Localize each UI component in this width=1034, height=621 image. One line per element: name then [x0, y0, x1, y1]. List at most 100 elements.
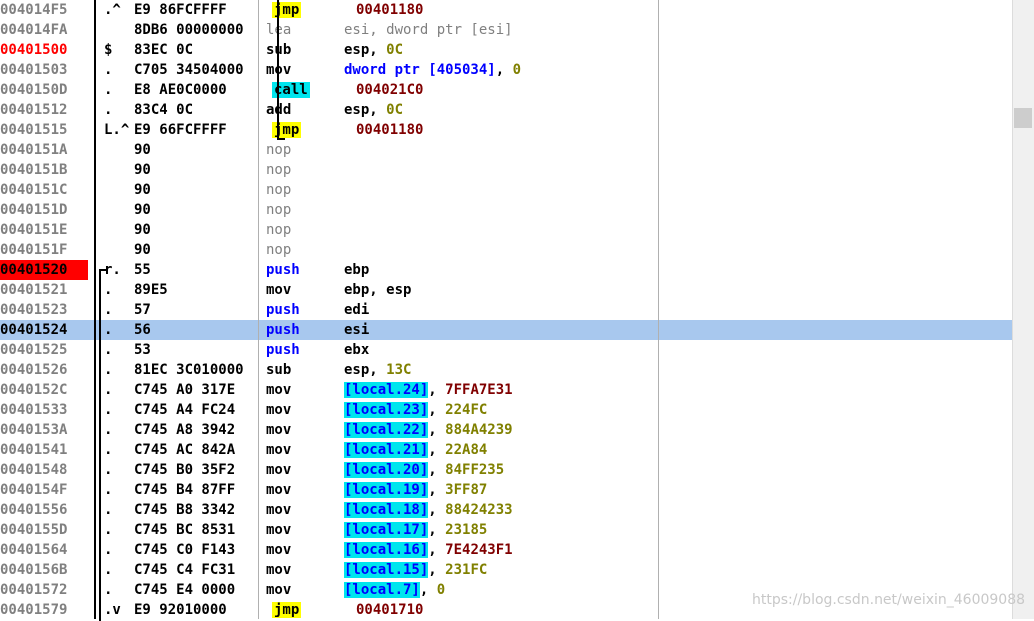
operand-part: [local.23]: [344, 402, 429, 418]
flow-marker: .: [104, 442, 113, 458]
operand-part: 0C: [386, 42, 404, 58]
disasm-row[interactable]: 00401512. 83C4 0C add esp, 0C: [0, 100, 1012, 120]
flow-marker: [104, 240, 130, 260]
disasm-row[interactable]: 00401520 r. 55 push ebp: [0, 260, 1012, 280]
operands-cell: esp, 0C: [344, 40, 904, 60]
operands-cell: [344, 180, 904, 200]
address-cell: 00401564: [0, 542, 68, 558]
disasm-row[interactable]: 00401526. 81EC 3C010000 sub esp, 13C: [0, 360, 1012, 380]
address-cell: 004014F5: [0, 2, 68, 18]
operands-cell: [local.24], 7FFA7E31: [344, 380, 904, 400]
operand-part: ,: [428, 422, 446, 438]
hex-bytes-cell: 90: [134, 242, 151, 258]
disasm-row[interactable]: 00401500 $83EC 0C sub esp, 0C: [0, 40, 1012, 60]
flow-marker: [104, 20, 130, 40]
mnemonic-text: mov: [266, 502, 292, 518]
disasm-row[interactable]: 0040152C. C745 A0 317E mov [local.24], 7FFA…: [0, 380, 1012, 400]
operand-part: ,: [428, 502, 446, 518]
disasm-row[interactable]: 0040154F. C745 B4 87FF mov [local.19], 3FF8…: [0, 480, 1012, 500]
mnemonic-cell: mov: [266, 440, 342, 460]
disasm-row[interactable]: 0040151B 90 nop: [0, 160, 1012, 180]
operand-part: ,: [495, 62, 513, 78]
disassembly-pane[interactable]: 004014F5 .^ E9 86FCFFFF jmp 00401180 004014FA…: [0, 0, 1012, 619]
disasm-row[interactable]: 0040156B. C745 C4 FC31 mov [local.15], 231F…: [0, 560, 1012, 580]
operand-part: 00401180: [356, 2, 424, 18]
hex-bytes-cell: C745 C0 F143: [134, 542, 236, 558]
operands-cell: 00401180: [356, 0, 916, 20]
mnemonic-text: mov: [266, 282, 292, 298]
operand-part: ebp, esp: [344, 282, 412, 298]
disasm-row[interactable]: 0040151E 90 nop: [0, 220, 1012, 240]
mnemonic-cell: mov: [266, 560, 342, 580]
flow-marker: L.^: [104, 122, 130, 138]
operand-part: esp,: [344, 362, 387, 378]
disasm-row[interactable]: 0040151F 90 nop: [0, 240, 1012, 260]
jump-bracket-2: [99, 269, 107, 621]
mnemonic-text: mov: [266, 482, 292, 498]
mnemonic-cell: push: [266, 260, 342, 280]
disasm-row[interactable]: 00401564. C745 C0 F143 mov [local.16], 7E42…: [0, 540, 1012, 560]
operands-cell: edi: [344, 300, 904, 320]
operand-part: ,: [428, 402, 446, 418]
operands-cell: dword ptr [405034], 0: [344, 60, 904, 80]
operand-part: ,: [428, 382, 446, 398]
mnemonic-text: push: [266, 322, 300, 338]
operand-part: 0: [436, 582, 446, 598]
flow-marker: .: [104, 402, 113, 418]
hex-bytes-cell: C745 BC 8531: [134, 522, 236, 538]
address-cell: 00401524: [0, 322, 68, 338]
mnemonic-text: nop: [266, 202, 292, 218]
address-cell: 0040151E: [0, 222, 68, 238]
scrollbar-thumb[interactable]: [1014, 108, 1032, 128]
disasm-row[interactable]: 00401525. 53 push ebx: [0, 340, 1012, 360]
vertical-scrollbar[interactable]: [1012, 0, 1034, 619]
flow-marker: .: [104, 322, 113, 338]
operand-part: 88424233: [445, 502, 513, 518]
operands-cell: [local.22], 884A4239: [344, 420, 904, 440]
operand-part: [local.15]: [344, 562, 429, 578]
watermark-text: https://blog.csdn.net/weixin_46009088: [752, 592, 1026, 608]
hex-bytes-cell: E8 AE0C0000: [134, 82, 227, 98]
hex-bytes-cell: E9 86FCFFFF: [134, 2, 227, 18]
disasm-row[interactable]: 00401523. 57 push edi: [0, 300, 1012, 320]
disasm-row[interactable]: 00401541. C745 AC 842A mov [local.21], 22A8…: [0, 440, 1012, 460]
disasm-row[interactable]: 0040151A 90 nop: [0, 140, 1012, 160]
hex-bytes-cell: 83C4 0C: [134, 102, 194, 118]
disasm-row[interactable]: 00401521. 89E5 mov ebp, esp: [0, 280, 1012, 300]
operand-part: 0C: [386, 102, 404, 118]
operand-part: [local.20]: [344, 462, 429, 478]
flow-marker: [104, 180, 130, 200]
address-cell: 0040151C: [0, 182, 68, 198]
disasm-row[interactable]: 0040151C 90 nop: [0, 180, 1012, 200]
disasm-row[interactable]: 00401503. C705 34504000 mov dword ptr [4050…: [0, 60, 1012, 80]
disasm-row[interactable]: 0040155D. C745 BC 8531 mov [local.17], 2318…: [0, 520, 1012, 540]
operands-cell: ebp: [344, 260, 904, 280]
address-cell: 0040151B: [0, 162, 68, 178]
hex-bytes-cell: C745 B8 3342: [134, 502, 236, 518]
mnemonic-text: nop: [266, 162, 292, 178]
address-cell: 0040150D: [0, 82, 68, 98]
hex-bytes-cell: C745 A8 3942: [134, 422, 236, 438]
disasm-row[interactable]: 00401524. 56 push esi: [0, 320, 1012, 340]
hex-bytes-cell: C745 C4 FC31: [134, 562, 236, 578]
disasm-row[interactable]: 004014FA 8DB6 00000000 lea esi, dword ptr […: [0, 20, 1012, 40]
disasm-row[interactable]: 00401533. C745 A4 FC24 mov [local.23], 224F…: [0, 400, 1012, 420]
operands-cell: esi, dword ptr [esi]: [344, 20, 904, 40]
hex-bytes-cell: C745 B0 35F2: [134, 462, 236, 478]
operands-cell: [local.16], 7E4243F1: [344, 540, 904, 560]
operand-part: 22A84: [445, 442, 488, 458]
disasm-row[interactable]: 004014F5 .^ E9 86FCFFFF jmp 00401180: [0, 0, 1012, 20]
disasm-row[interactable]: 00401548. C745 B0 35F2 mov [local.20], 84FF…: [0, 460, 1012, 480]
hex-bytes-cell: C745 A0 317E: [134, 382, 236, 398]
operand-part: esp,: [344, 42, 387, 58]
disasm-row[interactable]: 0040151D 90 nop: [0, 200, 1012, 220]
disasm-row[interactable]: 00401515 L.^ E9 66FCFFFF jmp 00401180: [0, 120, 1012, 140]
operand-part: ,: [428, 462, 446, 478]
disasm-row[interactable]: 0040150D. E8 AE0C0000 call 004021C0: [0, 80, 1012, 100]
address-cell: 00401523: [0, 302, 68, 318]
operand-part: ,: [428, 522, 446, 538]
operand-part: esi, dword ptr [esi]: [344, 22, 513, 38]
disasm-row[interactable]: 00401556. C745 B8 3342 mov [local.18], 8842…: [0, 500, 1012, 520]
disasm-row[interactable]: 0040153A. C745 A8 3942 mov [local.22], 884A…: [0, 420, 1012, 440]
flow-marker: .: [104, 102, 113, 118]
